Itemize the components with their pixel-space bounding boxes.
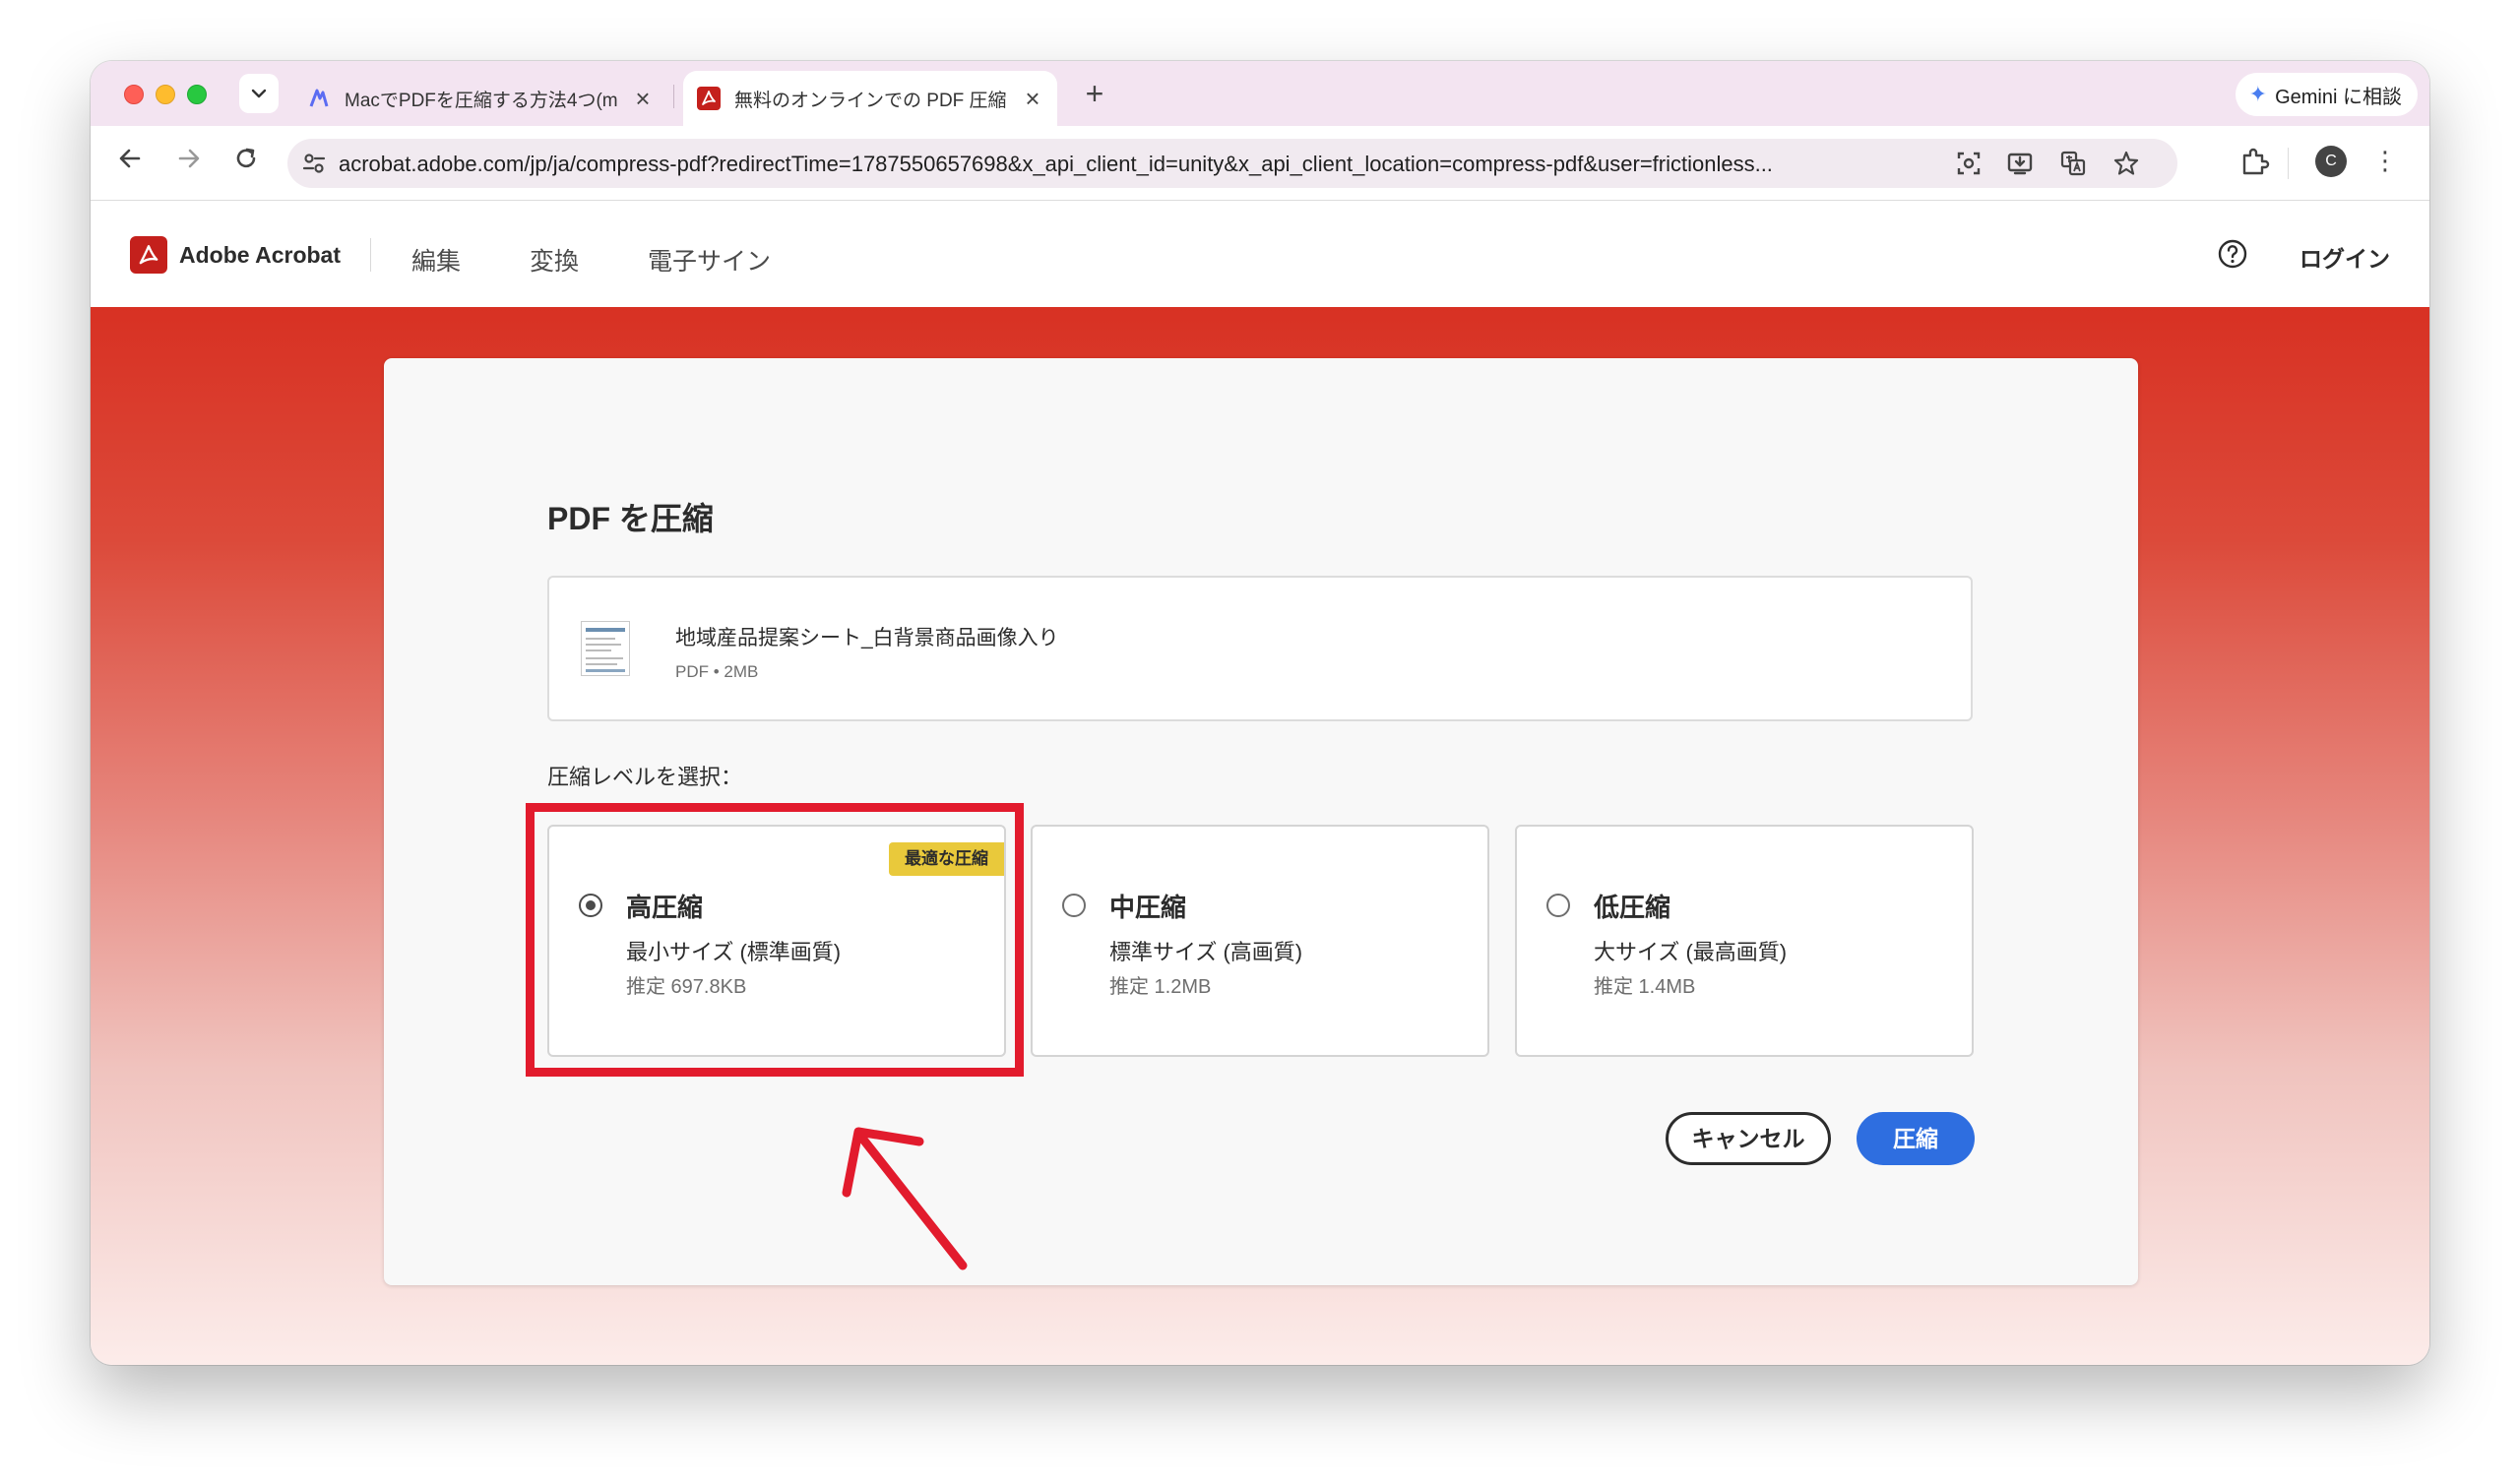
hero-background: PDF を圧縮 地域産品提案シート_白背景商品画像入り PDF • 2MB 圧縮… [91, 307, 2429, 1365]
maximize-window-button[interactable] [187, 85, 207, 104]
close-icon[interactable]: × [632, 84, 654, 114]
radio-medium[interactable] [1062, 894, 1086, 917]
close-window-button[interactable] [124, 85, 144, 104]
mac-help-favicon-icon [307, 87, 331, 110]
profile-avatar[interactable]: C [2315, 146, 2347, 177]
back-button[interactable] [112, 146, 148, 181]
tab-title: MacでPDFを圧縮する方法4つ(m [345, 90, 618, 111]
option-description: 大サイズ (最高画質) [1594, 940, 1788, 964]
address-bar[interactable]: acrobat.adobe.com/jp/ja/compress-pdf?red… [287, 139, 2177, 188]
option-title: 中圧縮 [1109, 893, 1187, 922]
annotation-highlight-box [526, 803, 1024, 1077]
browser-menu-icon[interactable]: ⋮ [2372, 146, 2398, 176]
option-estimate: 推定 1.2MB [1109, 976, 1212, 998]
compression-level-label: 圧縮レベルを選択： [547, 765, 743, 789]
tab-search-button[interactable] [239, 74, 279, 113]
nav-edit[interactable]: 編集 [411, 242, 461, 278]
option-low-compression[interactable]: 低圧縮 大サイズ (最高画質) 推定 1.4MB [1515, 825, 1974, 1057]
site-header: Adobe Acrobat 編集 変換 電子サイン ログイン [91, 201, 2429, 307]
header-divider [370, 238, 371, 272]
tab-title: 無料のオンラインでの PDF 圧縮 [734, 90, 1007, 111]
option-title: 低圧縮 [1594, 893, 1671, 922]
minimize-window-button[interactable] [156, 85, 175, 104]
option-estimate: 推定 1.4MB [1594, 976, 1696, 998]
reload-button[interactable] [228, 146, 264, 181]
gemini-label: Gemini に相談 [2275, 86, 2402, 108]
forward-button[interactable] [171, 146, 207, 181]
tab-mac-compress[interactable]: MacでPDFを圧縮する方法4つ(m × [293, 71, 667, 126]
arrow-right-icon [178, 149, 200, 168]
arrow-left-icon [119, 149, 141, 168]
acrobat-logo-icon [130, 236, 167, 274]
tab-strip: MacでPDFを圧縮する方法4つ(m × 無料のオンラインでの PDF 圧縮 ×… [91, 61, 2429, 126]
nav-esign[interactable]: 電子サイン [648, 242, 771, 278]
install-app-icon[interactable] [2006, 150, 2034, 177]
acrobat-favicon-icon [697, 87, 721, 110]
extensions-puzzle-icon[interactable] [2236, 146, 2272, 181]
nav-convert[interactable]: 変換 [530, 242, 579, 278]
file-card: 地域産品提案シート_白背景商品画像入り PDF • 2MB [547, 576, 1973, 721]
lens-icon[interactable] [1955, 150, 1983, 177]
radio-low[interactable] [1546, 894, 1570, 917]
gemini-button[interactable]: ✦ Gemini に相談 [2235, 73, 2418, 116]
close-icon[interactable]: × [1022, 84, 1043, 114]
url-text[interactable]: acrobat.adobe.com/jp/ja/compress-pdf?red… [339, 152, 1973, 177]
tab-acrobat-compress[interactable]: 無料のオンラインでの PDF 圧縮 × [683, 71, 1057, 126]
file-meta: PDF • 2MB [675, 662, 759, 681]
gemini-sparkle-icon: ✦ [2248, 82, 2268, 106]
login-link[interactable]: ログイン [2300, 240, 2390, 274]
option-medium-compression[interactable]: 中圧縮 標準サイズ (高画質) 推定 1.2MB [1031, 825, 1489, 1057]
reload-icon [236, 148, 256, 168]
option-description: 標準サイズ (高画質) [1109, 940, 1303, 964]
brand-name: Adobe Acrobat [179, 241, 341, 268]
compress-dialog: PDF を圧縮 地域産品提案シート_白背景商品画像入り PDF • 2MB 圧縮… [384, 358, 2138, 1285]
translate-icon[interactable] [2059, 150, 2087, 177]
toolbar-divider [2288, 148, 2289, 179]
help-icon[interactable] [2217, 238, 2248, 270]
file-name: 地域産品提案シート_白背景商品画像入り [675, 627, 1059, 649]
bookmark-star-icon[interactable] [2112, 150, 2140, 177]
annotation-arrow-icon [842, 1127, 968, 1270]
adobe-acrobat-logo[interactable]: Adobe Acrobat [130, 236, 341, 274]
browser-toolbar: acrobat.adobe.com/jp/ja/compress-pdf?red… [91, 126, 2429, 201]
browser-window: MacでPDFを圧縮する方法4つ(m × 無料のオンラインでの PDF 圧縮 ×… [91, 61, 2429, 1365]
tab-divider [673, 85, 674, 108]
compress-button[interactable]: 圧縮 [1857, 1112, 1975, 1165]
page-title: PDF を圧縮 [547, 501, 714, 536]
cancel-button[interactable]: キャンセル [1666, 1112, 1831, 1165]
new-tab-button[interactable]: + [1075, 75, 1114, 114]
chevron-down-icon [251, 89, 267, 98]
file-thumbnail [581, 621, 630, 676]
site-settings-icon[interactable] [301, 151, 327, 176]
